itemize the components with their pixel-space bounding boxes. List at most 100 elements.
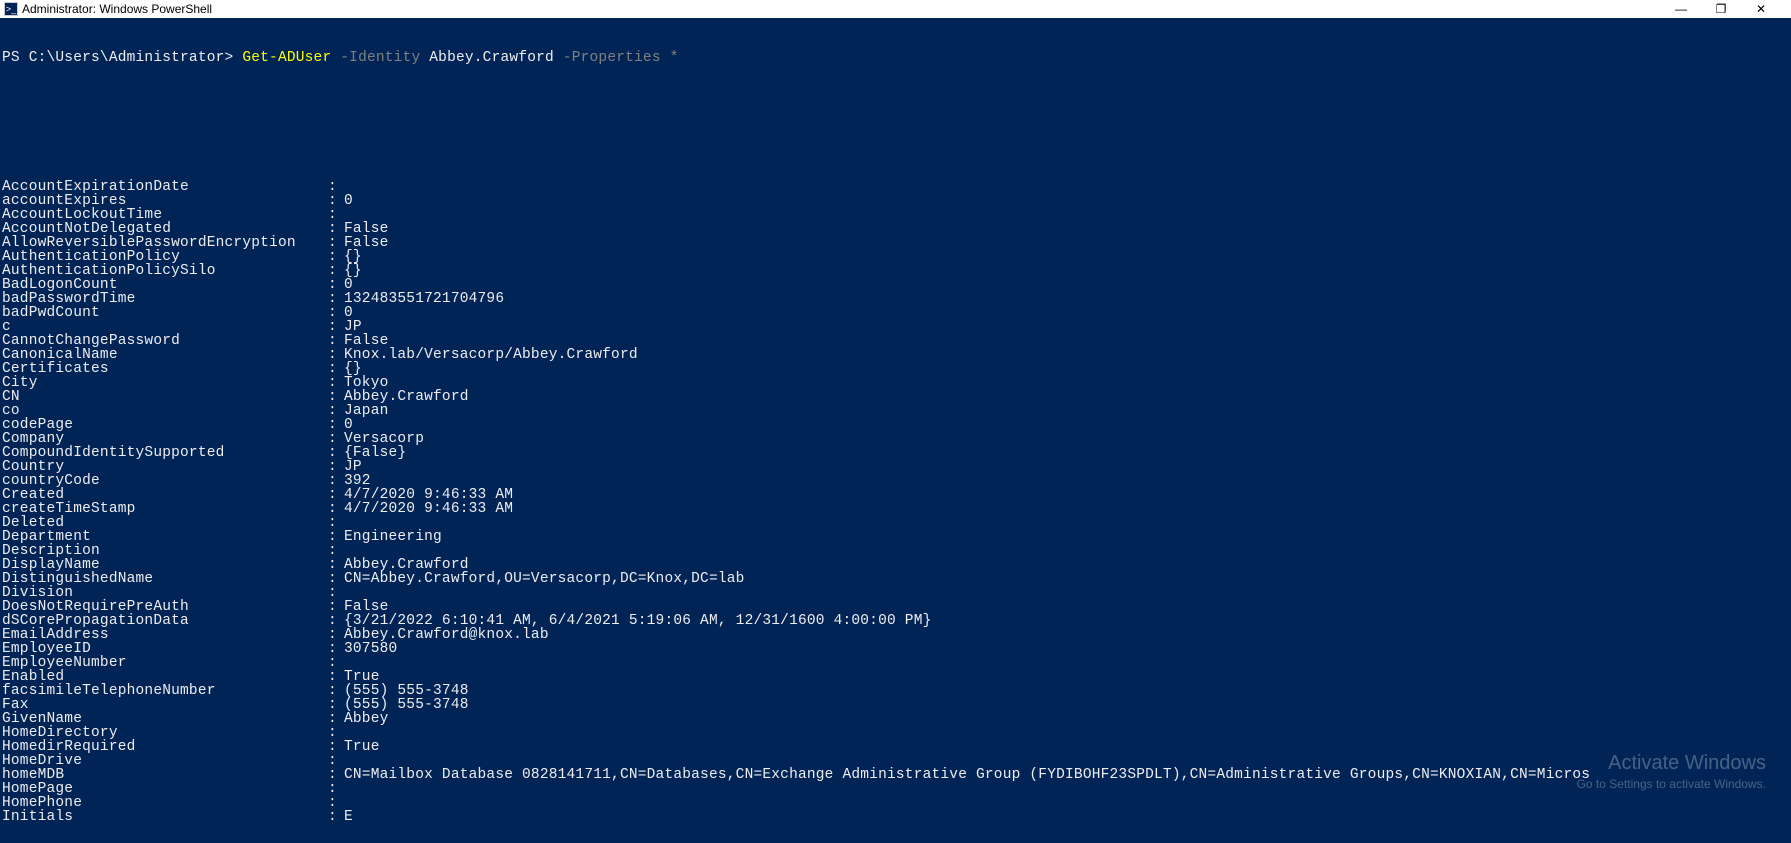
property-separator: : (328, 348, 344, 362)
property-key: facsimileTelephoneNumber (2, 684, 328, 698)
property-row: Country: JP (2, 460, 1789, 474)
property-separator: : (328, 278, 344, 292)
property-separator: : (328, 628, 344, 642)
property-row: HomeDirectory: (2, 726, 1789, 740)
property-row: Division: (2, 586, 1789, 600)
property-value: 4/7/2020 9:46:33 AM (344, 501, 513, 517)
property-key: Division (2, 586, 328, 600)
property-value: E (344, 809, 353, 825)
property-row: dSCorePropagationData: {3/21/2022 6:10:4… (2, 614, 1789, 628)
property-separator: : (328, 768, 344, 782)
property-key: Initials (2, 810, 328, 824)
property-row: Initials: E (2, 810, 1789, 824)
property-key: DoesNotRequirePreAuth (2, 600, 328, 614)
property-key: AuthenticationPolicy (2, 250, 328, 264)
property-separator: : (328, 334, 344, 348)
property-row: Enabled: True (2, 670, 1789, 684)
property-row: c: JP (2, 320, 1789, 334)
property-row: AllowReversiblePasswordEncryption: False (2, 236, 1789, 250)
property-separator: : (328, 544, 344, 558)
property-key: Country (2, 460, 328, 474)
property-separator: : (328, 320, 344, 334)
property-key: badPasswordTime (2, 292, 328, 306)
property-key: GivenName (2, 712, 328, 726)
property-key: HomeDirectory (2, 726, 328, 740)
property-separator: : (328, 376, 344, 390)
property-separator: : (328, 740, 344, 754)
property-key: CanonicalName (2, 348, 328, 362)
property-row: AuthenticationPolicySilo: {} (2, 264, 1789, 278)
property-separator: : (328, 572, 344, 586)
property-separator: : (328, 474, 344, 488)
property-separator: : (328, 362, 344, 376)
property-key: Company (2, 432, 328, 446)
property-row: AccountNotDelegated: False (2, 222, 1789, 236)
property-row: Company: Versacorp (2, 432, 1789, 446)
prompt-command: Get-ADUser (242, 50, 331, 66)
property-row: badPasswordTime: 132483551721704796 (2, 292, 1789, 306)
property-separator: : (328, 530, 344, 544)
property-value: CN=Abbey.Crawford,OU=Versacorp,DC=Knox,D… (344, 571, 745, 587)
property-row: City: Tokyo (2, 376, 1789, 390)
property-row: GivenName: Abbey (2, 712, 1789, 726)
property-key: accountExpires (2, 194, 328, 208)
property-key: homeMDB (2, 768, 328, 782)
property-separator: : (328, 726, 344, 740)
property-key: AccountExpirationDate (2, 180, 328, 194)
property-row: EmailAddress: Abbey.Crawford@knox.lab (2, 628, 1789, 642)
property-separator: : (328, 488, 344, 502)
property-row: co: Japan (2, 404, 1789, 418)
property-row: CanonicalName: Knox.lab/Versacorp/Abbey.… (2, 348, 1789, 362)
property-key: DisplayName (2, 558, 328, 572)
property-separator: : (328, 586, 344, 600)
property-key: EmployeeNumber (2, 656, 328, 670)
property-separator: : (328, 754, 344, 768)
property-row: Certificates: {} (2, 362, 1789, 376)
property-row: CannotChangePassword: False (2, 334, 1789, 348)
property-value: CN=Mailbox Database 0828141711,CN=Databa… (344, 767, 1590, 783)
property-separator: : (328, 446, 344, 460)
window-titlebar: >_ Administrator: Windows PowerShell ― ❐… (0, 0, 1791, 18)
property-key: AllowReversiblePasswordEncryption (2, 236, 328, 250)
property-key: dSCorePropagationData (2, 614, 328, 628)
property-separator: : (328, 236, 344, 250)
property-key: Fax (2, 698, 328, 712)
minimize-button[interactable]: ― (1675, 3, 1687, 15)
property-separator: : (328, 418, 344, 432)
property-key: Certificates (2, 362, 328, 376)
property-row: AccountExpirationDate: (2, 180, 1789, 194)
property-row: HomePhone: (2, 796, 1789, 810)
property-key: createTimeStamp (2, 502, 328, 516)
property-key: Deleted (2, 516, 328, 530)
property-separator: : (328, 656, 344, 670)
prompt-line: PS C:\Users\Administrator> Get-ADUser -I… (2, 51, 1789, 65)
property-separator: : (328, 600, 344, 614)
property-separator: : (328, 712, 344, 726)
property-key: EmailAddress (2, 628, 328, 642)
terminal-output[interactable]: PS C:\Users\Administrator> Get-ADUser -I… (0, 18, 1791, 843)
property-separator: : (328, 558, 344, 572)
property-row: DistinguishedName: CN=Abbey.Crawford,OU=… (2, 572, 1789, 586)
property-key: CannotChangePassword (2, 334, 328, 348)
property-row: codePage: 0 (2, 418, 1789, 432)
property-key: HomedirRequired (2, 740, 328, 754)
maximize-button[interactable]: ❐ (1715, 3, 1727, 15)
property-row: homeMDB: CN=Mailbox Database 0828141711,… (2, 768, 1789, 782)
property-separator: : (328, 698, 344, 712)
property-row: Department: Engineering (2, 530, 1789, 544)
property-row: HomedirRequired: True (2, 740, 1789, 754)
property-key: Enabled (2, 670, 328, 684)
property-key: DistinguishedName (2, 572, 328, 586)
property-key: BadLogonCount (2, 278, 328, 292)
property-key: co (2, 404, 328, 418)
property-separator: : (328, 180, 344, 194)
prompt-param-properties: -Properties (554, 50, 661, 66)
property-key: AuthenticationPolicySilo (2, 264, 328, 278)
property-separator: : (328, 390, 344, 404)
prompt-param-identity: -Identity (331, 50, 420, 66)
property-row: badPwdCount: 0 (2, 306, 1789, 320)
prompt-path: PS C:\Users\Administrator> (2, 50, 242, 66)
close-button[interactable]: ✕ (1755, 3, 1767, 15)
property-separator: : (328, 264, 344, 278)
property-row: HomeDrive: (2, 754, 1789, 768)
